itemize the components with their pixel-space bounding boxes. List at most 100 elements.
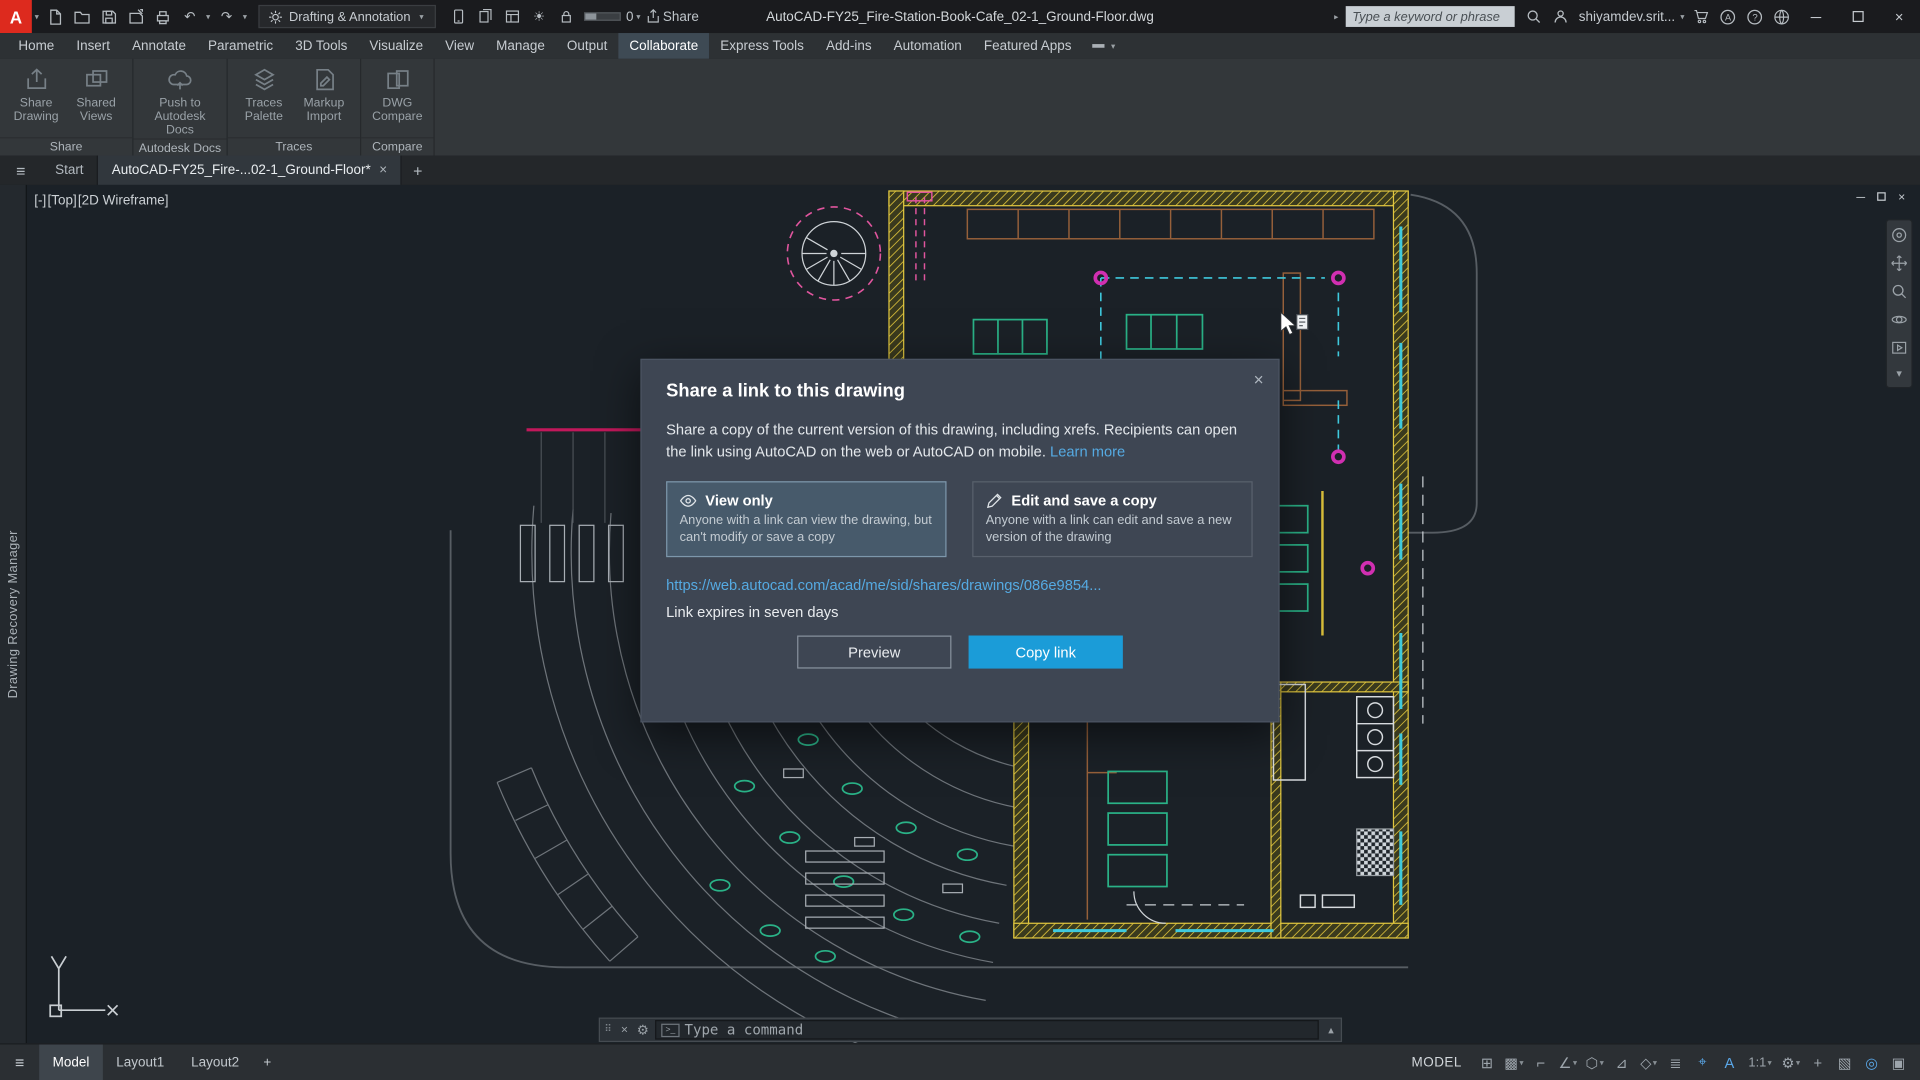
showmotion-button[interactable] xyxy=(1891,339,1908,356)
infocenter-collapse-icon[interactable]: ▸ xyxy=(1331,12,1341,22)
web-mobile-button[interactable] xyxy=(445,4,472,30)
viewport-minus-control[interactable]: [-] xyxy=(34,193,46,208)
share-drawing-button[interactable]: Share Drawing xyxy=(7,64,65,124)
close-tab-icon[interactable]: × xyxy=(379,163,387,178)
view-only-option[interactable]: View only Anyone with a link can view th… xyxy=(666,481,946,557)
panel-label-traces[interactable]: Traces xyxy=(228,137,360,155)
layout-tab-model[interactable]: Model xyxy=(39,1044,103,1080)
object-snap-tracking-toggle[interactable]: ⊿ xyxy=(1610,1049,1633,1075)
tab-insert[interactable]: Insert xyxy=(65,33,121,59)
isometric-drafting-toggle[interactable]: ⬡▾ xyxy=(1583,1049,1606,1075)
file-tab-start[interactable]: Start xyxy=(42,156,99,185)
doc-close-button[interactable]: × xyxy=(1898,191,1905,204)
save-as-button[interactable] xyxy=(122,4,149,30)
brightness-button[interactable]: ☀ xyxy=(526,4,553,30)
lock-button[interactable] xyxy=(553,4,580,30)
app-logo[interactable]: A xyxy=(0,0,32,33)
save-button[interactable] xyxy=(96,4,123,30)
command-bar-grip[interactable]: ⠿ xyxy=(600,1026,616,1034)
window-maximize-button[interactable] xyxy=(1837,0,1879,33)
markup-import-button[interactable]: Markup Import xyxy=(295,64,353,124)
file-tab-menu-button[interactable]: ≡ xyxy=(0,156,42,185)
app-menu-caret-icon[interactable]: ▾ xyxy=(32,12,42,22)
username-label[interactable]: shiyamdev.srit... xyxy=(1579,9,1675,24)
share-url-link[interactable]: https://web.autocad.com/acad/me/sid/shar… xyxy=(666,577,1254,594)
tab-add-ins[interactable]: Add-ins xyxy=(815,33,883,59)
polar-tracking-toggle[interactable]: ∠▾ xyxy=(1556,1049,1579,1075)
new-layout-button[interactable]: + xyxy=(253,1055,282,1070)
redo-button[interactable]: ↷ xyxy=(213,4,240,30)
isolate-objects-button[interactable]: ◎ xyxy=(1860,1049,1883,1075)
traces-palette-button[interactable]: Traces Palette xyxy=(235,64,293,124)
panel-label-autodesk-docs[interactable]: Autodesk Docs xyxy=(133,138,226,156)
layout-tab-layout2[interactable]: Layout2 xyxy=(178,1044,253,1080)
clean-screen-button[interactable]: ▣ xyxy=(1887,1049,1910,1075)
grid-display-toggle[interactable]: ⊞ xyxy=(1475,1049,1498,1075)
preview-button[interactable]: Preview xyxy=(797,636,951,669)
panel-label-compare[interactable]: Compare xyxy=(361,137,433,155)
navbar-menu-button[interactable]: ▾ xyxy=(1896,367,1902,380)
model-paper-toggle[interactable]: MODEL xyxy=(1412,1055,1462,1070)
graphics-performance-toggle[interactable]: ▧ xyxy=(1833,1049,1856,1075)
shared-views-button[interactable]: Shared Views xyxy=(67,64,125,124)
object-snap-toggle[interactable]: ◇▾ xyxy=(1637,1049,1660,1075)
ortho-mode-toggle[interactable]: ⌐ xyxy=(1529,1049,1552,1075)
scale-caret-icon[interactable]: ▾ xyxy=(1768,1057,1772,1067)
search-input[interactable] xyxy=(1352,9,1509,24)
dialog-close-icon[interactable]: × xyxy=(1254,370,1264,390)
workspace-selector[interactable]: Drafting & Annotation ▾ xyxy=(258,5,436,28)
annotation-visibility-toggle[interactable]: A xyxy=(1718,1049,1741,1075)
zoom-button[interactable] xyxy=(1891,283,1908,300)
snap-caret-icon[interactable]: ▾ xyxy=(1519,1057,1523,1067)
share-button[interactable] xyxy=(643,4,663,30)
annotation-scale-control[interactable]: 1:1▾ xyxy=(1745,1049,1776,1075)
help-button[interactable]: ? xyxy=(1741,4,1768,30)
lineweight-toggle[interactable]: ≣ xyxy=(1664,1049,1687,1075)
new-drawing-tab-button[interactable]: + xyxy=(402,156,434,185)
tab-3d-tools[interactable]: 3D Tools xyxy=(284,33,358,59)
tab-featured-apps[interactable]: Featured Apps xyxy=(973,33,1083,59)
undo-button[interactable]: ↶ xyxy=(176,4,203,30)
layout-menu-button[interactable]: ≡ xyxy=(0,1053,39,1071)
tab-automation[interactable]: Automation xyxy=(883,33,973,59)
workspace-caret2-icon[interactable]: ▾ xyxy=(1796,1057,1800,1067)
annotation-monitor-toggle[interactable]: + xyxy=(1806,1049,1829,1075)
drawing-recovery-manager-palette[interactable]: Drawing Recovery Manager xyxy=(0,185,27,1043)
mini-slider[interactable] xyxy=(584,12,621,21)
viewport-view-control[interactable]: [Top] xyxy=(47,193,76,208)
tab-home[interactable]: Home xyxy=(7,33,65,59)
polar-caret-icon[interactable]: ▾ xyxy=(1573,1057,1577,1067)
tab-parametric[interactable]: Parametric xyxy=(197,33,284,59)
learn-more-link[interactable]: Learn more xyxy=(1050,443,1125,460)
open-file-button[interactable] xyxy=(69,4,96,30)
command-input[interactable] xyxy=(684,1021,1312,1038)
properties-button[interactable] xyxy=(499,4,526,30)
file-tab-active-drawing[interactable]: AutoCAD-FY25_Fire-...02-1_Ground-Floor* … xyxy=(98,156,402,185)
layout-tab-layout1[interactable]: Layout1 xyxy=(103,1044,178,1080)
orbit-button[interactable] xyxy=(1891,311,1908,328)
tab-view[interactable]: View xyxy=(434,33,485,59)
edit-and-save-option[interactable]: Edit and save a copy Anyone with a link … xyxy=(972,481,1252,557)
copy-link-button[interactable]: Copy link xyxy=(969,636,1123,669)
account-caret-icon[interactable]: ▾ xyxy=(1678,12,1688,22)
osnap-caret-icon[interactable]: ▾ xyxy=(1653,1057,1657,1067)
tab-manage[interactable]: Manage xyxy=(485,33,556,59)
dwg-compare-button[interactable]: DWG Compare xyxy=(369,64,427,124)
tab-annotate[interactable]: Annotate xyxy=(121,33,197,59)
viewport-visual-style-control[interactable]: [2D Wireframe] xyxy=(78,193,169,208)
ribbon-display-toggle[interactable]: ▾ xyxy=(1092,33,1118,59)
tab-express-tools[interactable]: Express Tools xyxy=(709,33,815,59)
redo-caret-icon[interactable]: ▾ xyxy=(240,12,250,22)
workspace-switching-button[interactable]: ⚙▾ xyxy=(1779,1049,1802,1075)
dynamic-input-toggle[interactable]: ⌖ xyxy=(1691,1049,1714,1075)
community-button[interactable] xyxy=(1768,4,1795,30)
isodraft-caret-icon[interactable]: ▾ xyxy=(1600,1057,1604,1067)
account-button[interactable] xyxy=(1547,4,1574,30)
search-go-button[interactable] xyxy=(1520,4,1547,30)
tab-collaborate[interactable]: Collaborate xyxy=(618,33,709,59)
navigation-wheel-button[interactable] xyxy=(1891,227,1908,244)
window-minimize-button[interactable]: ─ xyxy=(1795,0,1837,33)
pan-button[interactable] xyxy=(1891,255,1908,272)
push-to-autodesk-docs-button[interactable]: Push to Autodesk Docs xyxy=(141,64,219,138)
sheet-set-button[interactable] xyxy=(472,4,499,30)
